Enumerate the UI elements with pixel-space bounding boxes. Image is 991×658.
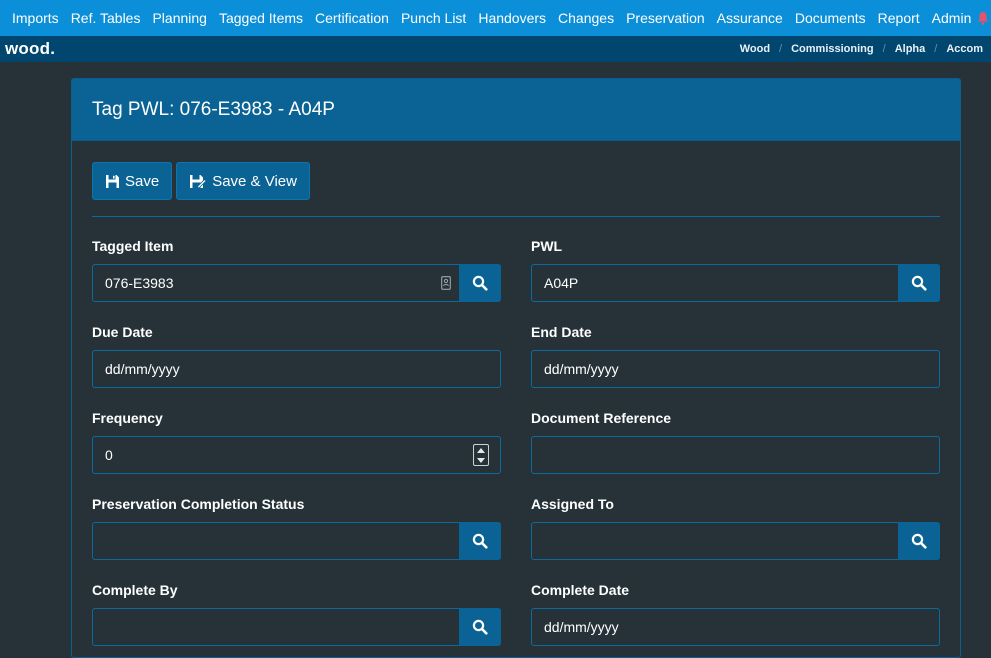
search-icon: [472, 619, 488, 635]
search-icon: [911, 533, 927, 549]
end-date-input[interactable]: dd/mm/yyyy: [531, 350, 940, 388]
toolbar: Save Save & View: [92, 162, 310, 200]
stepper-up-icon[interactable]: [477, 447, 485, 453]
due-date-value: dd/mm/yyyy: [105, 361, 180, 377]
complete-date-value: dd/mm/yyyy: [544, 619, 619, 635]
field-document-reference: Document Reference: [531, 410, 940, 474]
preservation-completion-status-label: Preservation Completion Status: [92, 496, 305, 512]
sub-header: wood. Wood / Commissioning / Alpha / Acc…: [0, 36, 991, 62]
nav-handovers[interactable]: Handovers: [472, 10, 552, 26]
edit-card: Tag PWL: 076-E3983 - A04P Save Save & Vi…: [71, 78, 961, 658]
end-date-label: End Date: [531, 324, 592, 340]
preservation-completion-status-input[interactable]: [92, 522, 501, 560]
assigned-to-search-button[interactable]: [898, 522, 940, 560]
search-icon: [472, 275, 488, 291]
nav-assurance[interactable]: Assurance: [711, 10, 789, 26]
breadcrumb-alpha[interactable]: Alpha: [895, 43, 926, 55]
field-end-date: End Date dd/mm/yyyy: [531, 324, 940, 388]
save-view-icon: [190, 174, 207, 189]
nav-ref-tables[interactable]: Ref. Tables: [65, 10, 147, 26]
save-icon: [106, 174, 119, 188]
page-title: Tag PWL: 076-E3983 - A04P: [92, 98, 335, 120]
end-date-value: dd/mm/yyyy: [544, 361, 619, 377]
preservation-status-search-button[interactable]: [459, 522, 501, 560]
nav-planning[interactable]: Planning: [146, 10, 213, 26]
complete-by-input[interactable]: [92, 608, 501, 646]
pwl-value: A04P: [544, 275, 579, 291]
frequency-label: Frequency: [92, 410, 163, 426]
nav-certification[interactable]: Certification: [309, 10, 395, 26]
nav-admin[interactable]: Admin: [926, 10, 978, 26]
nav-tagged-items[interactable]: Tagged Items: [213, 10, 309, 26]
breadcrumb-wood[interactable]: Wood: [740, 43, 770, 55]
complete-date-input[interactable]: dd/mm/yyyy: [531, 608, 940, 646]
tagged-item-input[interactable]: 076-E3983: [92, 264, 501, 302]
nav-report[interactable]: Report: [872, 10, 926, 26]
field-pwl: PWL A04P: [531, 238, 940, 302]
nav-changes[interactable]: Changes: [552, 10, 620, 26]
nav-punch-list[interactable]: Punch List: [395, 10, 472, 26]
tagged-item-label: Tagged Item: [92, 238, 174, 254]
tagged-item-value: 076-E3983: [105, 275, 174, 291]
search-icon: [911, 275, 927, 291]
assigned-to-input[interactable]: [531, 522, 940, 560]
document-reference-input[interactable]: [531, 436, 940, 474]
card-header: Tag PWL: 076-E3983 - A04P: [72, 79, 960, 141]
top-navigation: Imports Ref. Tables Planning Tagged Item…: [0, 0, 991, 36]
frequency-input[interactable]: 0: [92, 436, 501, 474]
save-button[interactable]: Save: [92, 162, 173, 200]
breadcrumb: Wood / Commissioning / Alpha / Accom: [739, 43, 983, 55]
pwl-search-button[interactable]: [898, 264, 940, 302]
bell-icon[interactable]: [977, 10, 989, 26]
breadcrumb-commissioning[interactable]: Commissioning: [791, 43, 874, 55]
nav-imports[interactable]: Imports: [6, 10, 65, 26]
logo: wood.: [5, 39, 56, 58]
pwl-label: PWL: [531, 238, 563, 254]
field-preservation-completion-status: Preservation Completion Status: [92, 496, 501, 560]
search-icon: [472, 533, 488, 549]
field-assigned-to: Assigned To: [531, 496, 940, 560]
due-date-label: Due Date: [92, 324, 153, 340]
divider: [92, 216, 940, 217]
save-and-view-button[interactable]: Save & View: [176, 162, 310, 200]
document-reference-label: Document Reference: [531, 410, 672, 426]
pwl-input[interactable]: A04P: [531, 264, 940, 302]
complete-by-search-button[interactable]: [459, 608, 501, 646]
contact-card-icon: [441, 276, 451, 290]
due-date-input[interactable]: dd/mm/yyyy: [92, 350, 501, 388]
field-due-date: Due Date dd/mm/yyyy: [92, 324, 501, 388]
tagged-item-search-button[interactable]: [459, 264, 501, 302]
nav-preservation[interactable]: Preservation: [620, 10, 711, 26]
breadcrumb-accom[interactable]: Accom: [946, 43, 983, 55]
complete-by-label: Complete By: [92, 582, 178, 598]
field-complete-date: Complete Date dd/mm/yyyy: [531, 582, 940, 646]
frequency-value: 0: [105, 447, 113, 463]
nav-documents[interactable]: Documents: [789, 10, 872, 26]
frequency-stepper[interactable]: [473, 444, 489, 466]
field-complete-by: Complete By: [92, 582, 501, 646]
field-frequency: Frequency 0: [92, 410, 501, 474]
complete-date-label: Complete Date: [531, 582, 630, 598]
field-tagged-item: Tagged Item 076-E3983: [92, 238, 501, 302]
assigned-to-label: Assigned To: [531, 496, 614, 512]
stepper-down-icon[interactable]: [477, 457, 485, 463]
